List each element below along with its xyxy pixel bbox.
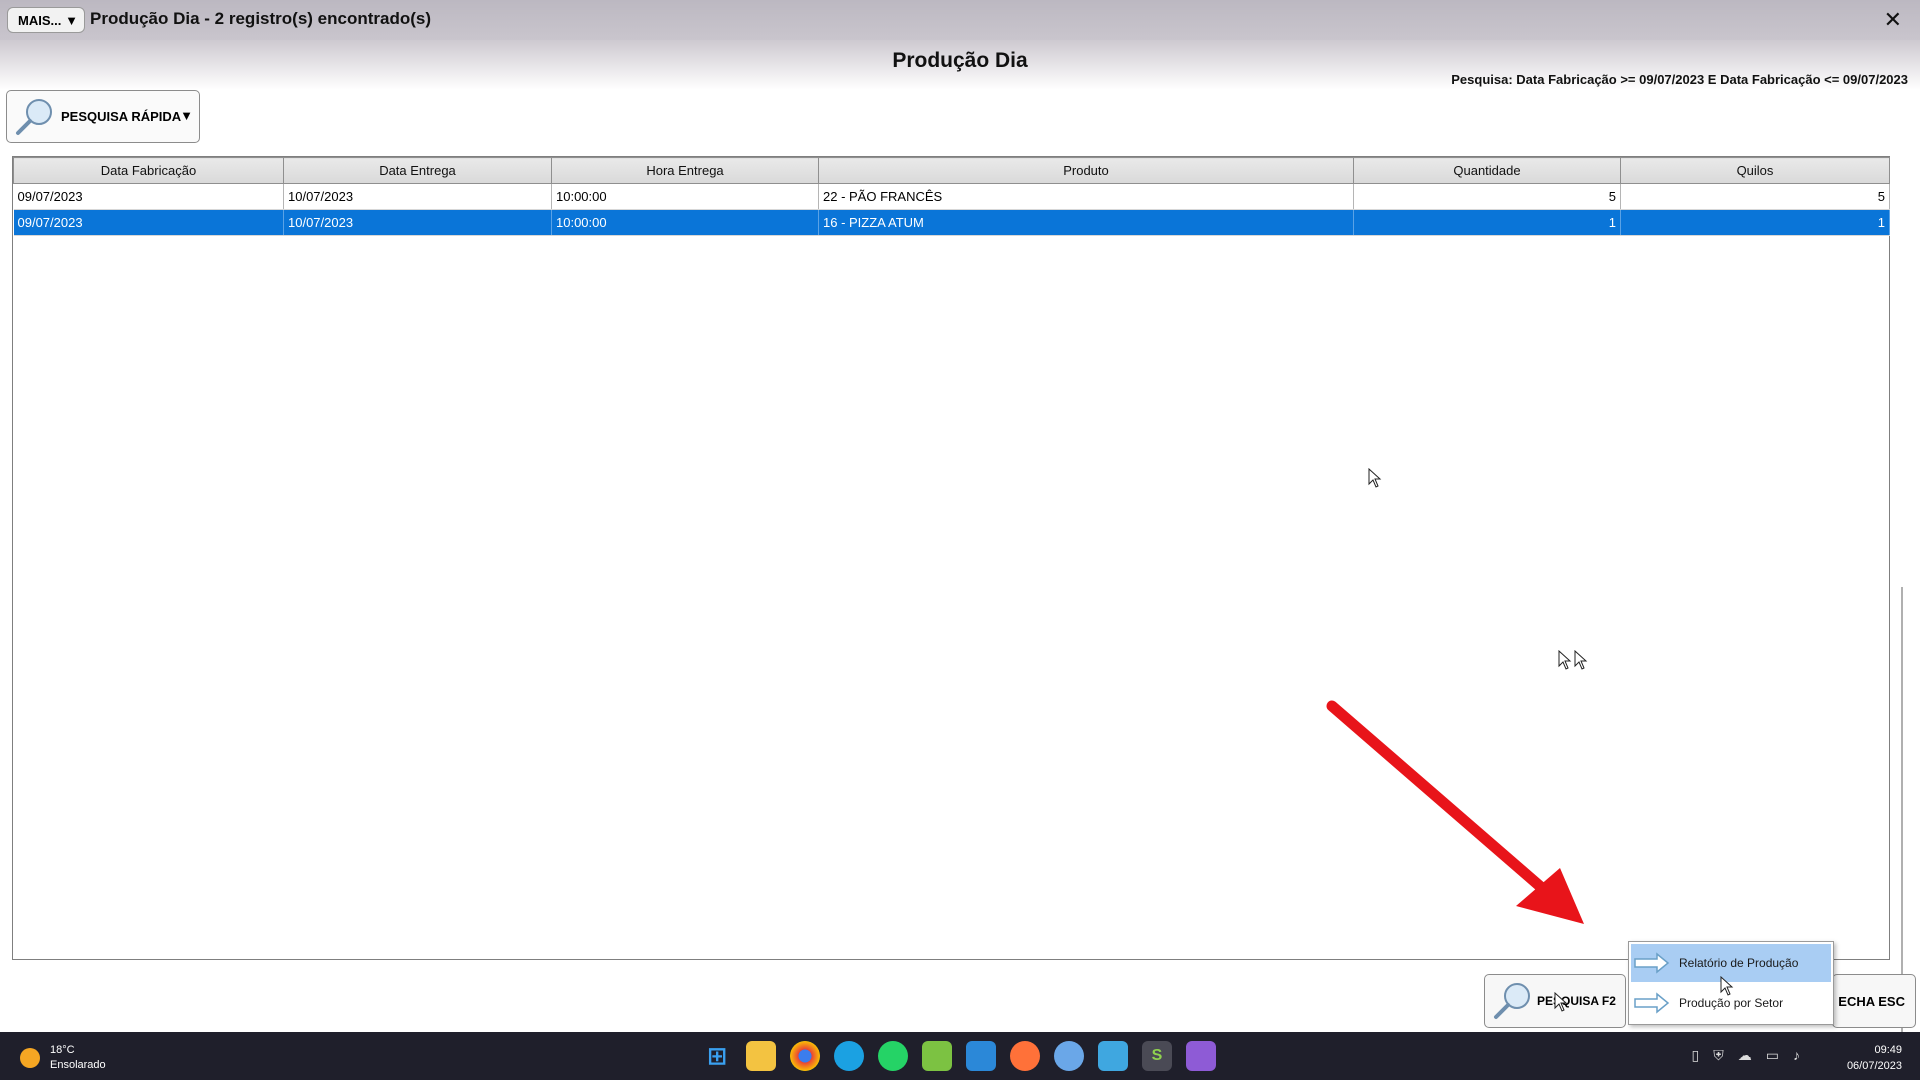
table-row[interactable]: 09/07/2023 10/07/2023 10:00:00 22 - PÃO … [13,183,1890,210]
mouse-cursor-icon [1720,976,1734,996]
mouse-cursor-icon [1558,650,1572,670]
chevron-down-icon: ▼ [65,12,78,28]
column-header-quantidade[interactable]: Quantidade [1353,157,1621,184]
search-criteria: Pesquisa: Data Fabricação >= 09/07/2023 … [1451,72,1908,87]
clock[interactable]: 09:49 06/07/2023 [1847,1042,1902,1074]
table-cell: 1 [1620,209,1890,236]
whatsapp-icon[interactable] [878,1041,908,1071]
table-cell: 10:00:00 [551,183,819,210]
table-cell: 22 - PÃO FRANCÊS [818,183,1354,210]
table-row-selected[interactable]: 09/07/2023 10/07/2023 10:00:00 16 - PIZZ… [13,209,1890,236]
column-header-data-entrega[interactable]: Data Entrega [283,157,552,184]
fecha-esc-button[interactable]: ECHA ESC [1832,974,1916,1028]
table-cell: 09/07/2023 [13,209,284,236]
red-arrow-icon [1326,700,1584,924]
spreadsheet-icon[interactable] [922,1041,952,1071]
arrow-right-icon [1634,952,1670,974]
clock-time: 09:49 [1874,1044,1902,1056]
notepad-icon[interactable] [1098,1041,1128,1071]
mais-dropdown-button[interactable]: MAIS... ▼ [7,7,85,33]
remote-access-icon[interactable] [966,1041,996,1071]
table-cell: 16 - PIZZA ATUM [818,209,1354,236]
windows-start-icon[interactable]: ⊞ [702,1041,732,1071]
system-tray: ▯ ⛨ ☁ ▭ ♪ [1692,1047,1800,1064]
magnifier-icon [1494,983,1530,1019]
table-cell: 10/07/2023 [283,183,552,210]
table-cell: 5 [1353,183,1621,210]
erp-app-icon[interactable]: S [1142,1041,1172,1071]
usb-icon[interactable]: ▯ [1692,1047,1700,1064]
taskbar: 18°C Ensolarado ⊞ S ▯ ⛨ ☁ ▭ ♪ 09:49 06/0… [0,1032,1920,1080]
edge-icon[interactable] [834,1041,864,1071]
table-cell: 5 [1620,183,1890,210]
sun-icon [20,1048,40,1068]
quick-search-label: PESQUISA RÁPIDA [61,109,182,124]
weather-condition: Ensolarado [50,1059,106,1071]
table-cell: 10:00:00 [551,209,819,236]
fecha-esc-label: ECHA ESC [1838,993,1905,1009]
mais-label: MAIS... [18,12,62,28]
firefox-icon[interactable] [1010,1041,1040,1071]
mouse-cursor-icon [1368,468,1382,488]
volume-icon[interactable]: ♪ [1793,1047,1800,1064]
clock-date: 06/07/2023 [1846,1060,1902,1072]
shield-icon[interactable]: ⛨ [1713,1047,1724,1064]
quick-search-button[interactable]: PESQUISA RÁPIDA ▼ [6,90,200,143]
page-title: Produção Dia [892,49,1028,72]
weather-widget[interactable]: 18°C Ensolarado [20,1043,106,1073]
file-explorer-icon[interactable] [746,1041,776,1071]
arrow-right-icon [1634,992,1670,1014]
weather-temp: 18°C [50,1044,75,1056]
window-title: Produção Dia - 2 registro(s) encontrado(… [90,9,431,28]
menu-item-label: Relatório de Produção [1679,956,1799,970]
chevron-down-icon[interactable]: ▼ [180,108,193,123]
gear-icon[interactable] [1054,1041,1084,1071]
pesquisa-f2-label: PESQUISA F2 [1537,994,1616,1008]
column-header-data-fabricacao[interactable]: Data Fabricação [13,157,284,184]
production-table[interactable]: Data Fabricação Data Entrega Hora Entreg… [12,156,1903,1080]
network-icon[interactable]: ▭ [1766,1047,1779,1064]
taskbar-apps: ⊞ S [702,1041,1216,1071]
chrome-icon[interactable] [790,1041,820,1071]
column-header-quilos[interactable]: Quilos [1620,157,1890,184]
table-cell: 1 [1353,209,1621,236]
video-editor-icon[interactable] [1186,1041,1216,1071]
cloud-icon[interactable]: ☁ [1738,1047,1752,1064]
title-bar: MAIS... ▼ Produção Dia - 2 registro(s) e… [0,0,1920,40]
menu-item-label: Produção por Setor [1679,996,1784,1010]
column-header-produto[interactable]: Produto [818,157,1354,184]
magnifier-icon [16,98,52,135]
close-icon[interactable]: ✕ [1884,7,1902,33]
mouse-cursor-icon [1554,992,1568,1012]
table-header-row: Data Fabricação Data Entrega Hora Entreg… [13,157,1890,184]
column-header-hora-entrega[interactable]: Hora Entrega [551,157,819,184]
table-cell: 09/07/2023 [13,183,284,210]
mouse-cursor-icon [1574,650,1588,670]
table-cell: 10/07/2023 [283,209,552,236]
